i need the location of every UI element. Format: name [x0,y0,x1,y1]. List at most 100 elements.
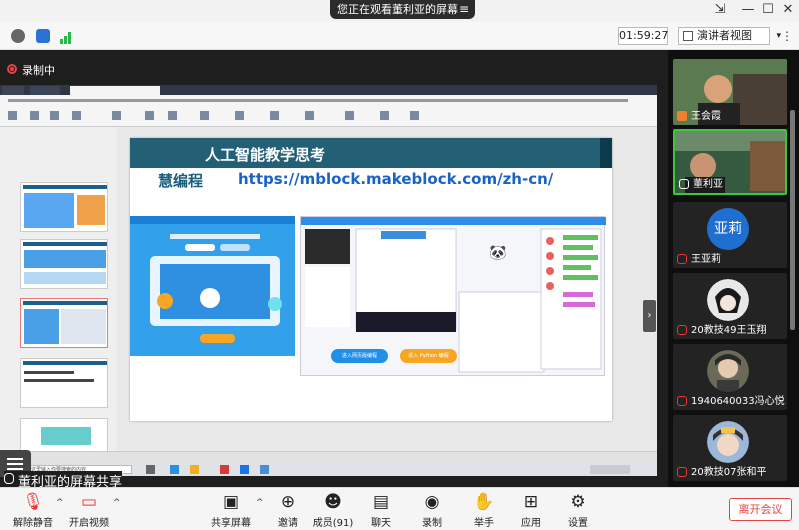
share-menu-icon[interactable]: ≡ [459,0,469,19]
meeting-control-bar: 🎙 解除静音 ^ ▭ 开启视频 ^ ▣ 共享屏幕 ^ ⊕ 邀请 ☻ 成员(91)… [0,487,799,530]
participant-tile-6[interactable]: 20教技07张和平 [673,415,787,481]
ribbon-icons [8,99,628,120]
raise-hand-label: 举手 [474,518,494,529]
invite-button[interactable]: ⊕ 邀请 [263,490,313,530]
maximize-icon[interactable]: ☐ [758,2,778,17]
share-screen-button[interactable]: ▣ 共享屏幕 [206,490,256,530]
window-title-bar: 您正在观看董利亚的屏幕 ≡ ⇲ — ☐ ✕ [0,0,799,22]
wps-tab-ppt [70,86,160,95]
apps-button[interactable]: ⊞ 应用 [506,490,556,530]
muted-microphone-icon [677,467,687,477]
gear-icon: ⚙ [570,492,586,512]
microphone-icon [4,473,14,484]
more-icon[interactable]: ⋮ [781,29,793,43]
participant-tile-4[interactable]: 20教技49王玉翔 [673,273,787,339]
muted-microphone-icon [677,325,687,335]
share-notice-pill[interactable]: 您正在观看董利亚的屏幕 ≡ [330,0,475,19]
settings-label: 设置 [568,518,588,529]
participant-name: 王亚莉 [691,254,721,265]
shield-icon[interactable] [36,29,50,43]
shared-screen[interactable]: 人工智能教学思考 慧编程 https://mblock.makeblock.co… [0,85,657,476]
minimize-icon[interactable]: — [738,2,758,17]
participant-avatar: 亚莉 [707,208,749,250]
share-screen-icon: ▣ [222,492,240,512]
invite-label: 邀请 [278,518,298,529]
slide-subtitle: 慧编程 [158,172,204,190]
main-shared-area: 录制中 人工智能教学思考 慧编程 https://mblock.makebloc… [0,50,668,490]
info-icon[interactable] [11,29,25,43]
svg-text:🐼: 🐼 [489,244,507,261]
wps-tab-home [2,86,24,95]
slide-thumb-1[interactable] [20,182,108,232]
slide-title: 人工智能教学思考 [205,146,326,164]
muted-microphone-icon [677,254,687,264]
chat-button[interactable]: ▤ 聊天 [356,490,406,530]
start-video-button[interactable]: ▭ 开启视频 [64,490,114,530]
gallery-scrollbar[interactable] [790,110,795,330]
record-button[interactable]: ◉ 录制 [407,490,457,530]
current-slide: 人工智能教学思考 慧编程 https://mblock.makeblock.co… [130,138,612,421]
slide-thumb-5[interactable] [20,418,108,453]
participant-tile-5[interactable]: 1940640033冯心悦 [673,344,787,410]
unmute-label: 解除静音 [13,518,53,529]
chevron-up-icon[interactable]: ^ [56,498,64,508]
chevron-up-icon[interactable]: ^ [113,498,121,508]
members-button[interactable]: ☻ 成员(91) [308,490,358,530]
slide-thumb-3-selected[interactable] [20,298,108,348]
participant-avatar [707,350,749,392]
chat-label: 聊天 [371,518,391,529]
participant-avatar [707,421,749,463]
presenter-view-button[interactable]: 演讲者视图 ▾ [678,27,781,45]
wps-status-bar [0,451,657,463]
recording-label: 录制中 [22,64,55,77]
signal-icon[interactable] [59,29,73,44]
raise-hand-button[interactable]: ✋ 举手 [459,490,509,530]
slide-thumb-4[interactable] [20,358,108,408]
participant-tile-1[interactable]: 王会霞 [673,59,787,125]
slide-thumbnail-panel [0,127,117,463]
muted-microphone-icon [677,396,687,406]
apps-icon: ⊞ [523,492,539,512]
apps-label: 应用 [521,518,541,529]
participant-name: 20教技07张和平 [691,467,767,478]
participant-name: 1940640033冯心悦 [691,396,785,407]
participant-name: 董利亚 [693,179,723,190]
participant-tile-3[interactable]: 亚莉 王亚莉 [673,202,787,268]
slide-thumb-2[interactable] [20,239,108,289]
close-icon[interactable]: ✕ [778,2,798,17]
taskbar-app-icons [146,465,630,474]
participant-gallery: 王会霞 董利亚 亚莉 王亚莉 20教技49王玉翔 1940640033冯心悦 2… [668,50,799,487]
start-video-label: 开启视频 [69,518,109,529]
video-off-icon: ▭ [80,492,98,512]
participant-name: 王会霞 [691,111,721,122]
add-user-icon: ⊕ [280,492,296,512]
hand-icon: ✋ [473,492,495,512]
wps-tab-bar [0,85,657,95]
chat-icon: ▤ [372,492,390,512]
wps-tab-wps [30,86,60,95]
presenter-view-label: 演讲者视图 [697,29,752,42]
share-screen-label: 共享屏幕 [211,518,251,529]
slide-accent-block [600,138,612,168]
recording-icon [7,64,17,74]
record-icon: ◉ [424,492,440,512]
mblock-homepage-image [130,216,295,356]
muted-microphone-icon: 🎙 [22,492,44,512]
pin-icon[interactable]: ⇲ [710,2,730,17]
grid-icon [683,31,693,41]
participant-tile-2[interactable]: 董利亚 [673,129,787,195]
wps-ribbon [0,95,657,127]
settings-button[interactable]: ⚙ 设置 [553,490,603,530]
collapse-gallery-button[interactable]: › [643,300,656,332]
members-label: 成员(91) [312,518,354,529]
leave-meeting-button[interactable]: 离开会议 [729,498,792,521]
share-notice-text: 您正在观看董利亚的屏幕 [337,3,458,16]
microphone-icon [679,179,689,189]
slide-header-band [130,138,612,168]
unmute-button[interactable]: 🎙 解除静音 [8,490,58,530]
participant-avatar [707,279,749,321]
web-editor-button-image: 进入网页版编程 [331,349,388,363]
python-editor-button-image: 进入 Python 编程 [400,349,457,363]
participant-name: 20教技49王玉翔 [691,325,767,336]
meeting-toolbar: 01:59:27 演讲者视图 ▾ ⋮ [0,22,799,50]
